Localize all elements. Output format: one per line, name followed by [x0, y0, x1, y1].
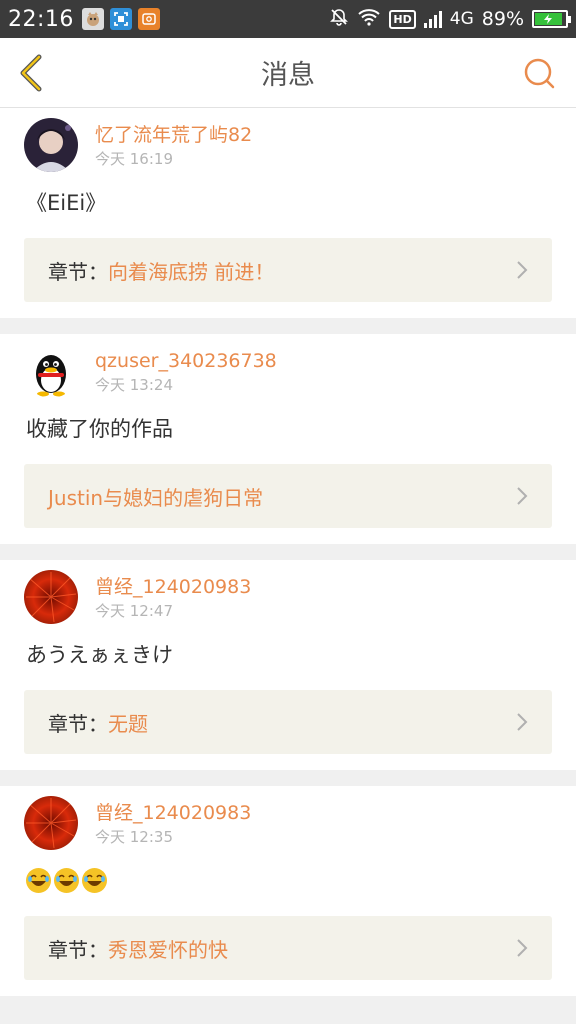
battery-icon [532, 10, 571, 28]
message-time: 今天 12:35 [95, 828, 173, 846]
chevron-right-icon [516, 486, 528, 506]
avatar[interactable] [24, 796, 78, 850]
back-button[interactable] [14, 52, 48, 94]
chapter-prefix: 章节： [48, 259, 108, 284]
message-time: 今天 16:19 [95, 150, 173, 168]
message-list: 忆了流年荒了屿82 今天 16:19 《EiEi》 章节： 向着海底捞 前进！ [0, 108, 576, 1012]
chapter-link[interactable]: 章节： 秀恩爱怀的快 [24, 916, 552, 980]
screenshot-icon [109, 8, 132, 30]
chevron-right-icon [516, 938, 528, 958]
chapter-link[interactable]: 章节： 向着海底捞 前进！ [24, 238, 552, 302]
battery-percent: 89% [481, 8, 524, 30]
laughing-emoji-icon [26, 868, 51, 893]
chapter-prefix: 章节： [48, 937, 108, 962]
mute-bell-icon [329, 7, 349, 32]
username[interactable]: 曾经_124020983 [95, 575, 251, 599]
username[interactable]: 曾经_124020983 [95, 801, 251, 825]
message-content: 《EiEi》 [26, 191, 107, 215]
username[interactable]: qzuser_340236738 [95, 349, 277, 373]
app-alert-icon [137, 8, 160, 30]
message-content [26, 868, 552, 898]
avatar[interactable] [24, 344, 78, 398]
chevron-right-icon [516, 260, 528, 280]
chapter-title: 无题 [108, 711, 148, 736]
network-type: 4G [449, 9, 474, 29]
wifi-icon [357, 8, 381, 31]
message-time: 今天 12:47 [95, 602, 173, 620]
message-time: 今天 13:24 [95, 376, 173, 394]
laughing-emoji-icon [54, 868, 79, 893]
status-bar: 22:16 HD 4G 89% [0, 0, 576, 38]
avatar[interactable] [24, 570, 78, 624]
search-icon [524, 58, 555, 89]
work-title: Justin与媳妇的虐狗日常 [48, 485, 264, 510]
chevron-left-icon [20, 54, 42, 92]
laughing-emoji-icon [82, 868, 107, 893]
avatar[interactable] [24, 118, 78, 172]
username[interactable]: 忆了流年荒了屿82 [95, 123, 252, 147]
message-item: 曾经_124020983 今天 12:35 章节： 秀恩爱怀的快 [0, 786, 576, 996]
page-title: 消息 [261, 60, 315, 91]
hd-badge: HD [389, 9, 416, 29]
work-link[interactable]: Justin与媳妇的虐狗日常 [24, 464, 552, 528]
message-item: 忆了流年荒了屿82 今天 16:19 《EiEi》 章节： 向着海底捞 前进！ [0, 108, 576, 318]
status-time: 22:16 [8, 6, 74, 32]
chapter-link[interactable]: 章节： 无题 [24, 690, 552, 754]
chapter-title: 秀恩爱怀的快 [108, 937, 228, 962]
app-header: 消息 [0, 38, 576, 108]
chapter-title: 向着海底捞 前进！ [108, 259, 275, 284]
chapter-prefix: 章节： [48, 711, 108, 736]
search-button[interactable] [522, 56, 558, 92]
message-content: あうえぁぇきけ [26, 643, 173, 667]
app-notification-icon [81, 8, 104, 30]
message-item: 曾经_124020983 今天 12:47 あうえぁぇきけ 章节： 无题 [0, 560, 576, 770]
message-item: qzuser_340236738 今天 13:24 收藏了你的作品 Justin… [0, 334, 576, 544]
signal-icon [423, 10, 442, 28]
chevron-right-icon [516, 712, 528, 732]
message-content: 收藏了你的作品 [26, 417, 173, 441]
